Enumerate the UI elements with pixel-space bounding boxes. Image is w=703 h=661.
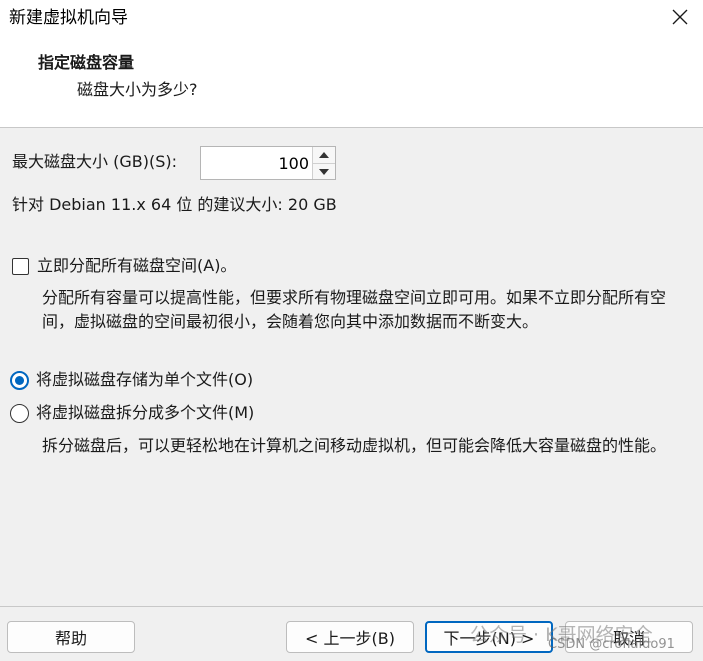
close-icon [672,9,688,25]
recommended-size-text: 针对 Debian 11.x 64 位 的建议大小: 20 GB [12,195,337,214]
split-multiple-files-label: 将虚拟磁盘拆分成多个文件(M) [36,403,255,422]
back-button[interactable]: < 上一步(B) [286,621,414,653]
chevron-up-icon [319,152,329,158]
help-button[interactable]: 帮助 [7,621,135,653]
split-multiple-files-option[interactable]: 将虚拟磁盘拆分成多个文件(M) [10,402,254,424]
allocate-all-label: 立即分配所有磁盘空间(A)。 [37,256,237,275]
allocate-all-checkbox[interactable] [12,257,29,275]
split-files-description: 拆分磁盘后，可以更轻松地在计算机之间移动虚拟机，但可能会降低大容量磁盘的性能。 [42,436,667,455]
cancel-button[interactable]: 取消 [565,621,693,653]
store-single-file-option[interactable]: 将虚拟磁盘存储为单个文件(O) [10,369,253,391]
chevron-down-icon [319,168,329,175]
title-bar: 新建虚拟机向导 [0,0,703,38]
close-button[interactable] [657,0,703,34]
window-title: 新建虚拟机向导 [9,8,128,28]
increment-button[interactable] [313,147,335,163]
split-multiple-files-radio[interactable] [10,403,29,423]
next-button[interactable]: 下一步(N) > [425,621,553,653]
allocate-all-description: 分配所有容量可以提高性能，但要求所有物理磁盘空间立即可用。如果不立即分配所有空间… [42,288,667,331]
disk-size-label: 最大磁盘大小 (GB)(S): [12,152,177,171]
store-single-file-radio[interactable] [10,370,29,390]
new-vm-wizard-window: 新建虚拟机向导 指定磁盘容量 磁盘大小为多少? 最大磁盘大小 (GB)(S): [0,0,703,661]
store-single-file-label: 将虚拟磁盘存储为单个文件(O) [36,370,254,389]
disk-size-stepper[interactable] [200,146,336,180]
page-title: 指定磁盘容量 [38,53,135,72]
page-subtitle: 磁盘大小为多少? [77,80,198,99]
footer-divider [0,606,703,607]
disk-size-input[interactable] [201,147,311,179]
wizard-header: 指定磁盘容量 磁盘大小为多少? [0,38,703,128]
stepper-buttons [312,147,335,179]
radio-dot [15,375,24,385]
allocate-all-option[interactable]: 立即分配所有磁盘空间(A)。 [12,255,236,277]
decrement-button[interactable] [313,163,335,179]
